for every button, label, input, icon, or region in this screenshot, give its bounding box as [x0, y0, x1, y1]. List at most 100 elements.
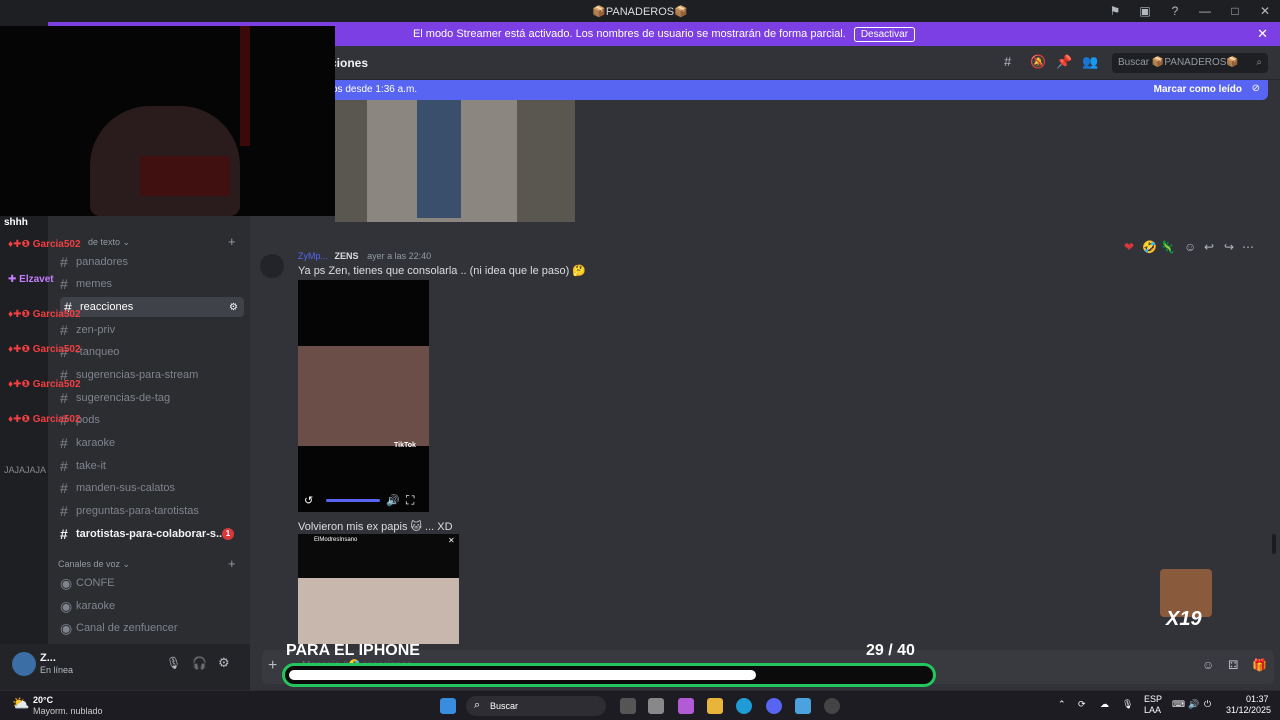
author-name[interactable]: ZyMp...: [298, 251, 328, 261]
language-secondary[interactable]: LAA: [1144, 705, 1161, 715]
headphones-icon[interactable]: 🎧: [192, 656, 207, 670]
add-reaction-icon[interactable]: ☺: [1184, 240, 1196, 254]
obs-icon[interactable]: [824, 698, 840, 714]
second-message-text: Volvieron mis ex papis 🐱 ... XD: [298, 521, 453, 533]
threads-icon[interactable]: #: [1004, 54, 1011, 69]
maximize-icon[interactable]: □: [1220, 4, 1250, 18]
badge-icon: ♦✚❶: [8, 379, 33, 390]
mark-read-icon: ⊘: [1251, 83, 1260, 94]
add-voice-icon[interactable]: +: [228, 556, 236, 571]
app-icon[interactable]: [795, 698, 811, 714]
badge-icon: ♦✚❶: [8, 309, 33, 320]
channel-manden[interactable]: # manden-sus-calatos: [60, 478, 244, 498]
speaker-icon: ◉: [60, 597, 73, 614]
weather-icon[interactable]: ⛅: [12, 695, 29, 712]
add-attachment-icon[interactable]: +: [268, 657, 277, 675]
language-primary[interactable]: ESP: [1144, 694, 1162, 704]
channel-title: ciones: [330, 56, 369, 70]
task-view-icon[interactable]: [620, 698, 636, 714]
title-bar: 📦PANADEROS📦 ⚑ ▣ ? — □ ✕: [0, 0, 1280, 22]
clock-time[interactable]: 01:37: [1246, 694, 1269, 704]
discord-icon[interactable]: [766, 698, 782, 714]
new-messages-bar[interactable]: os desde 1:36 a.m. Marcar como leído ⊘: [326, 80, 1268, 100]
overlay-name: ♦✚❶ Garcia502: [8, 309, 81, 320]
gift-icon[interactable]: 🎁: [1252, 658, 1267, 672]
goal-count: 29 / 40: [866, 642, 915, 659]
weather-desc: Mayorm. nublado: [33, 706, 103, 716]
edge-icon[interactable]: [736, 698, 752, 714]
sync-icon[interactable]: ⟳: [1078, 699, 1086, 710]
user-settings-icon[interactable]: ⚙: [218, 655, 230, 671]
members-icon[interactable]: 👥: [1082, 54, 1098, 70]
apps-icon[interactable]: ⚃: [1228, 658, 1238, 672]
window-title: 📦PANADEROS📦: [592, 5, 688, 18]
flag-icon[interactable]: ⚑: [1100, 4, 1130, 18]
custom-reaction-icon[interactable]: 🦎: [1160, 240, 1175, 254]
volume-tray-icon[interactable]: 🔊: [1188, 699, 1199, 710]
message-text: Ya ps Zen, tienes que consolarla .. (ni …: [298, 265, 587, 277]
network-icon[interactable]: ⌨: [1172, 699, 1185, 710]
pin-icon[interactable]: 📌: [1056, 54, 1072, 70]
replay-icon[interactable]: ↺: [304, 494, 313, 507]
voice-zenfuencer[interactable]: ◉ Canal de zenfuencer: [60, 618, 244, 638]
channel-tarotistas[interactable]: # tarotistas-para-colaborar-s... 1: [60, 524, 244, 544]
message-meta: ZyMp... ZENS ayer a las 22:40: [298, 251, 431, 261]
scrollbar[interactable]: [1272, 534, 1276, 554]
author-avatar[interactable]: [260, 254, 284, 278]
overlay-name: ♦✚❶ Garcia502: [8, 379, 81, 390]
user-panel: Z... En línea 🎙 🎧 ⚙: [0, 644, 250, 690]
windows-start-icon[interactable]: [440, 698, 456, 714]
taskbar: ⛅ 20°C Mayorm. nublado ⌕ Buscar ⌃ ⟳ ☁ 🎙 …: [0, 690, 1280, 720]
more-options-icon[interactable]: ⋯: [1242, 240, 1254, 254]
search-icon: ⌕: [1256, 57, 1262, 68]
search-input[interactable]: Buscar 📦PANADEROS📦 ⌕: [1112, 53, 1268, 73]
taskbar-search[interactable]: ⌕ Buscar: [466, 696, 606, 716]
badge-icon: ♦✚❶: [8, 414, 33, 425]
minimize-icon[interactable]: —: [1190, 4, 1220, 18]
avatar[interactable]: [12, 652, 36, 676]
video-embed[interactable]: TikTok ↺ 🔊 ⛶: [298, 280, 429, 512]
clock-date[interactable]: 31/12/2025: [1226, 705, 1271, 715]
username: Z...: [40, 652, 56, 664]
mic-tray-icon[interactable]: 🎙: [1122, 699, 1133, 710]
laugh-reaction-icon[interactable]: 🤣: [1142, 240, 1157, 254]
video-progress[interactable]: [326, 499, 380, 502]
microphone-icon[interactable]: 🎙: [166, 656, 181, 670]
embed-close-icon[interactable]: ✕: [448, 536, 455, 545]
mark-read-button[interactable]: Marcar como leído: [1154, 84, 1242, 95]
banner-close-icon[interactable]: ✕: [1257, 26, 1268, 42]
second-video-embed[interactable]: ElModresInsano ✕: [298, 534, 459, 644]
help-icon[interactable]: ?: [1160, 4, 1190, 18]
copilot-icon[interactable]: [678, 698, 694, 714]
message-image-previous[interactable]: [335, 100, 575, 222]
close-icon[interactable]: ✕: [1250, 4, 1280, 18]
goal-progress-bar: [282, 663, 936, 687]
forward-icon[interactable]: ↪: [1224, 240, 1234, 254]
channel-preguntas[interactable]: # preguntas-para-tarotistas: [60, 501, 244, 521]
tray-chevron-icon[interactable]: ⌃: [1058, 699, 1066, 710]
overlay-name: ♦✚❶ Garcia502: [8, 344, 81, 355]
webcam-overlay: [0, 26, 335, 216]
heart-reaction-icon[interactable]: ❤: [1124, 240, 1134, 254]
file-explorer-icon[interactable]: [707, 698, 723, 714]
voice-karaoke[interactable]: ◉ karaoke: [60, 596, 244, 616]
voice-confe[interactable]: ◉ CONFE: [60, 573, 244, 593]
deactivate-button[interactable]: Desactivar: [853, 26, 916, 42]
volume-icon[interactable]: 🔊: [386, 494, 400, 507]
reply-icon[interactable]: ↩: [1204, 240, 1214, 254]
tiktok-label: TikTok: [394, 442, 416, 449]
new-messages-text: os desde 1:36 a.m.: [332, 84, 418, 95]
inbox-icon[interactable]: ▣: [1130, 4, 1160, 18]
notifications-icon[interactable]: 🔕: [1030, 54, 1046, 70]
voice-category[interactable]: Canales de voz ⌄: [58, 559, 130, 570]
battery-icon[interactable]: ⏻: [1204, 699, 1211, 710]
search-icon: ⌕: [474, 699, 481, 711]
emoji-icon[interactable]: ☺: [1202, 658, 1214, 672]
fullscreen-icon[interactable]: ⛶: [406, 493, 414, 508]
chat-area: ZyMp... ZENS ayer a las 22:40 Ya ps Zen,…: [250, 46, 1280, 690]
author-tag: ZENS: [334, 251, 359, 261]
cloud-icon[interactable]: ☁: [1100, 699, 1109, 710]
combo-count: X19: [1166, 608, 1202, 630]
speaker-icon: ◉: [60, 574, 73, 591]
store-icon[interactable]: [648, 698, 664, 714]
